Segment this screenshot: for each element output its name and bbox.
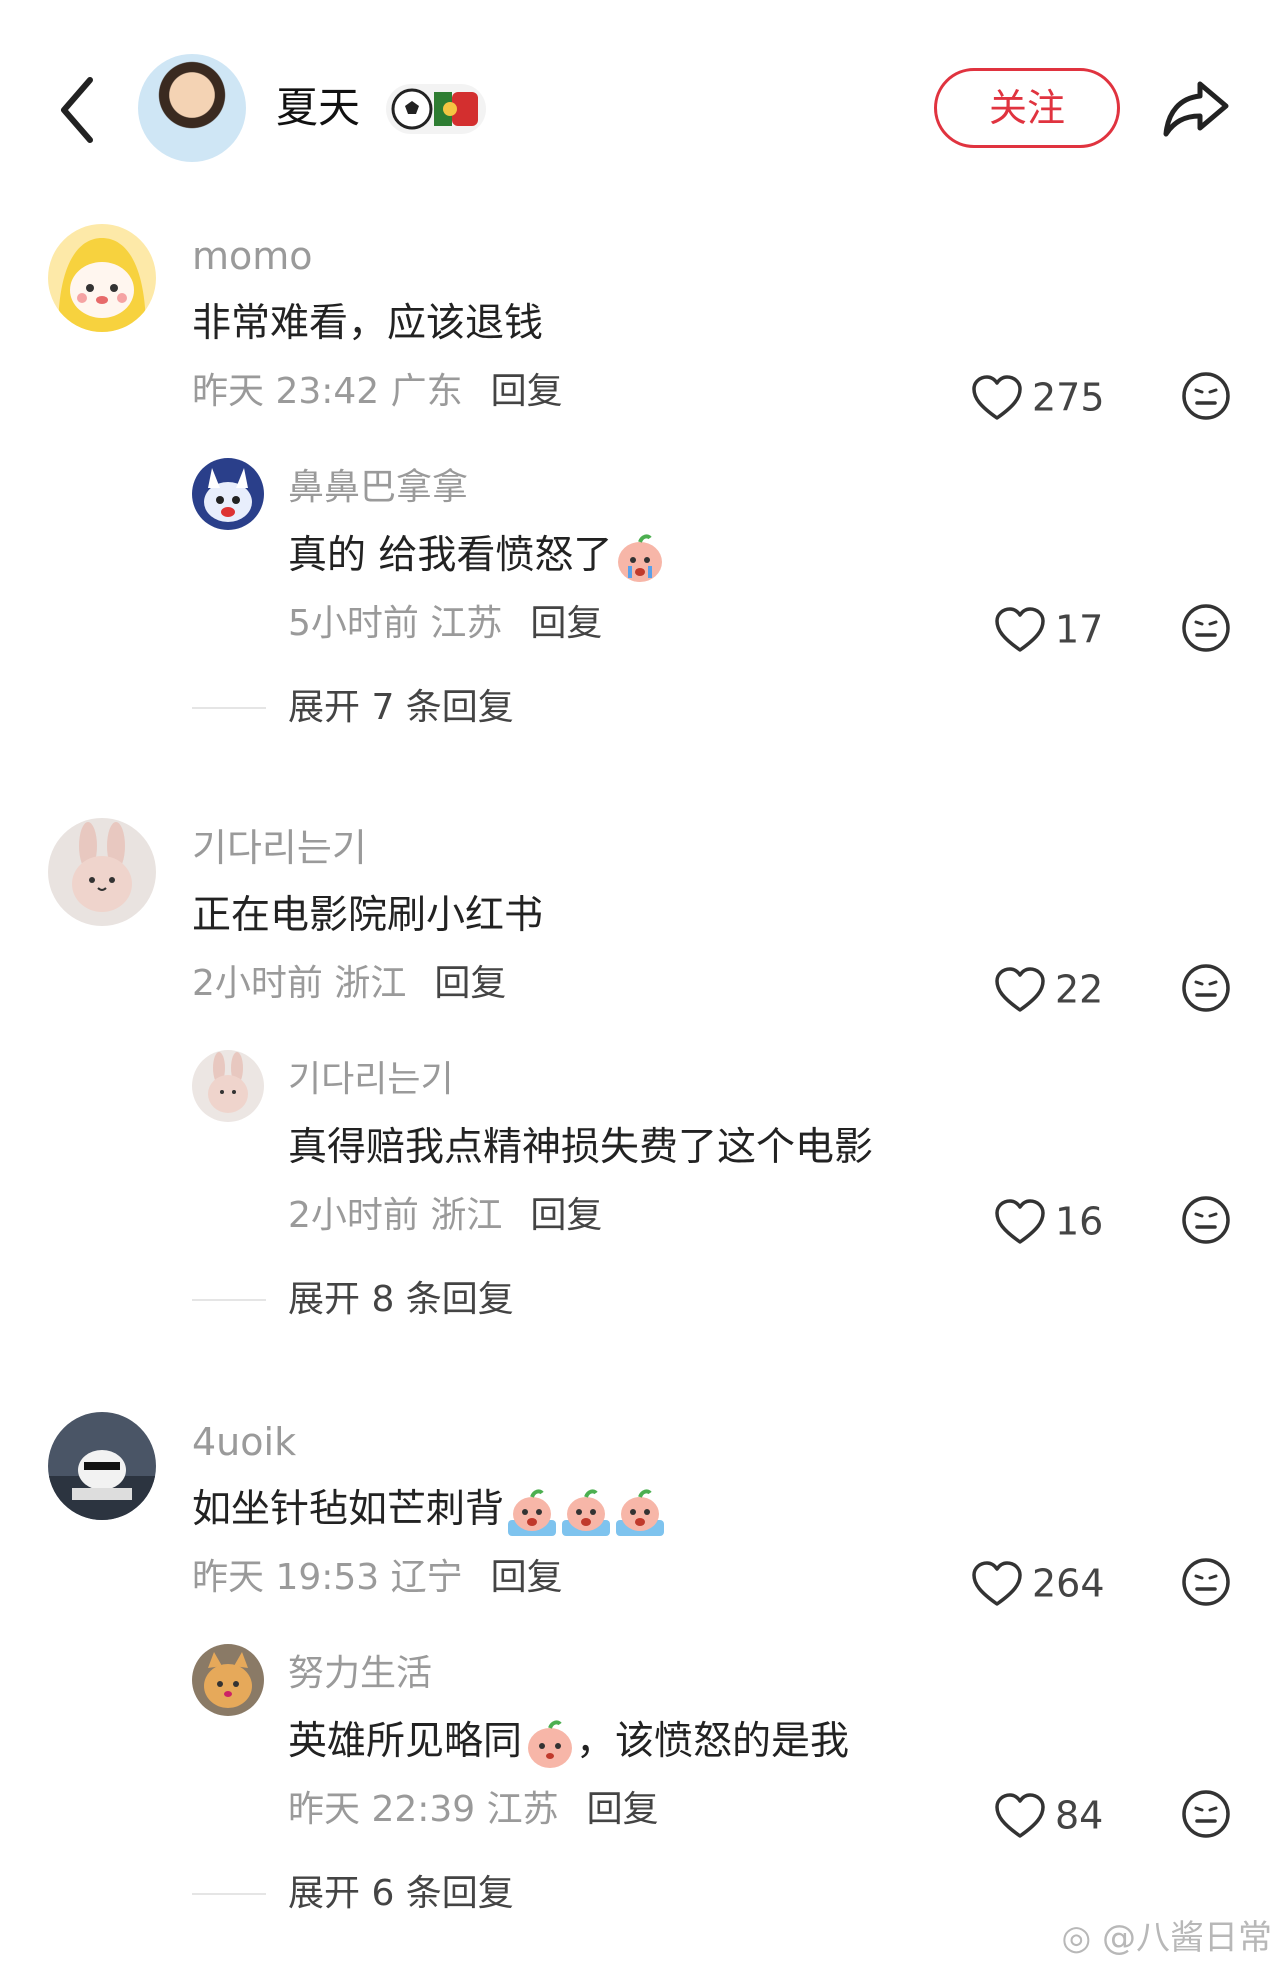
crying-peach-emoji-icon <box>562 1488 611 1536</box>
reply-button[interactable]: 回复 <box>491 1557 563 1598</box>
reply-avatar[interactable] <box>192 1644 264 1716</box>
comment-time-location: 昨天 23:42 广东 <box>192 371 463 412</box>
expand-replies-button[interactable]: 展开 6 条回复 <box>288 1870 514 1918</box>
dislike-button[interactable] <box>1180 1556 1232 1608</box>
like-button[interactable]: 17 <box>993 603 1103 654</box>
comment-avatar[interactable] <box>48 224 156 332</box>
heart-icon <box>995 966 1045 1012</box>
reply-button[interactable]: 回复 <box>530 1195 602 1236</box>
watermark: ◎ @八酱日常 <box>1061 1918 1272 1958</box>
chevron-left-icon <box>61 77 93 143</box>
neutral-face-icon <box>1182 1558 1230 1606</box>
peach-face-emoji-icon <box>528 1719 573 1768</box>
like-count: 275 <box>1032 375 1105 420</box>
neutral-face-icon <box>1182 1196 1230 1244</box>
like-button[interactable]: 84 <box>993 1789 1103 1840</box>
comment-text: 正在电影院刷小红书 <box>192 893 544 938</box>
reply-meta: 昨天 22:39 江苏 回复 <box>288 1789 659 1830</box>
heart-icon <box>972 1560 1022 1606</box>
like-count: 84 <box>1055 1793 1104 1838</box>
crying-peach-emoji-icon <box>508 1488 557 1536</box>
follow-button[interactable]: 关注 <box>934 68 1120 148</box>
reply-button[interactable]: 回复 <box>434 963 506 1004</box>
reply-text: 英雄所见略同 ，该愤怒的是我 <box>288 1716 849 1770</box>
expand-replies-button[interactable]: 展开 7 条回复 <box>288 684 514 732</box>
neutral-face-icon <box>1182 964 1230 1012</box>
dislike-button[interactable] <box>1180 602 1232 654</box>
heart-icon <box>995 1198 1045 1244</box>
reply-username[interactable]: 기다리는기 <box>288 1056 454 1104</box>
comment-text: 如坐针毡如芒刺背 <box>192 1484 666 1538</box>
like-count: 264 <box>1032 1561 1105 1606</box>
crying-peach-emoji-icon <box>618 533 663 582</box>
reply-button[interactable]: 回复 <box>530 603 602 644</box>
neutral-face-icon <box>1182 604 1230 652</box>
comment-text: 非常难看，应该退钱 <box>192 301 544 346</box>
like-button[interactable]: 275 <box>970 371 1105 422</box>
comment-username[interactable]: momo <box>192 232 313 280</box>
dislike-button[interactable] <box>1180 370 1232 422</box>
crying-peach-emoji-icon <box>616 1488 665 1536</box>
reply-username[interactable]: 鼻鼻巴拿拿 <box>288 464 468 512</box>
reply-text: 真得赔我点精神损失费了这个电影 <box>288 1125 874 1170</box>
back-button[interactable] <box>50 70 110 150</box>
comment-avatar[interactable] <box>48 1412 156 1520</box>
like-count: 16 <box>1055 1199 1104 1244</box>
heart-icon <box>995 1792 1045 1838</box>
reply-button[interactable]: 回复 <box>587 1789 659 1830</box>
share-button[interactable] <box>1160 76 1232 140</box>
user-badge <box>386 84 486 134</box>
reply-meta: 2小时前 浙江 回复 <box>288 1195 603 1236</box>
dislike-button[interactable] <box>1180 1788 1232 1840</box>
reply-avatar[interactable] <box>192 1050 264 1122</box>
comment-avatar[interactable] <box>48 818 156 926</box>
author-avatar[interactable] <box>138 54 246 162</box>
reply-username[interactable]: 努力生活 <box>288 1650 432 1698</box>
reply-avatar[interactable] <box>192 458 264 530</box>
reply-meta: 5小时前 江苏 回复 <box>288 603 603 644</box>
like-count: 22 <box>1055 967 1104 1012</box>
dislike-button[interactable] <box>1180 962 1232 1014</box>
comment-meta: 昨天 23:42 广东 回复 <box>192 368 563 416</box>
reply-button[interactable]: 回复 <box>491 371 563 412</box>
heart-icon <box>995 606 1045 652</box>
expand-divider <box>192 707 266 709</box>
expand-replies-button[interactable]: 展开 8 条回复 <box>288 1276 514 1324</box>
soccer-ball-icon <box>391 88 433 130</box>
comment-meta: 2小时前 浙江 回复 <box>192 963 507 1004</box>
heart-icon <box>972 374 1022 420</box>
like-count: 17 <box>1055 607 1104 652</box>
comment-meta: 昨天 19:53 辽宁 回复 <box>192 1557 563 1598</box>
weibo-logo-icon: ◎ <box>1061 1918 1102 1958</box>
like-button[interactable]: 22 <box>993 963 1103 1014</box>
portugal-flag-icon <box>434 92 478 126</box>
dislike-button[interactable] <box>1180 1194 1232 1246</box>
reply-text: 真的 给我看愤怒了 <box>288 530 666 584</box>
comment-username[interactable]: 4uoik <box>192 1418 296 1466</box>
comment-username[interactable]: 기다리는기 <box>192 824 367 872</box>
like-button[interactable]: 264 <box>970 1557 1105 1608</box>
author-name[interactable]: 夏天 <box>276 80 360 136</box>
neutral-face-icon <box>1182 372 1230 420</box>
like-button[interactable]: 16 <box>993 1195 1103 1246</box>
expand-divider <box>192 1893 266 1895</box>
share-arrow-icon <box>1163 81 1229 137</box>
expand-divider <box>192 1299 266 1301</box>
neutral-face-icon <box>1182 1790 1230 1838</box>
